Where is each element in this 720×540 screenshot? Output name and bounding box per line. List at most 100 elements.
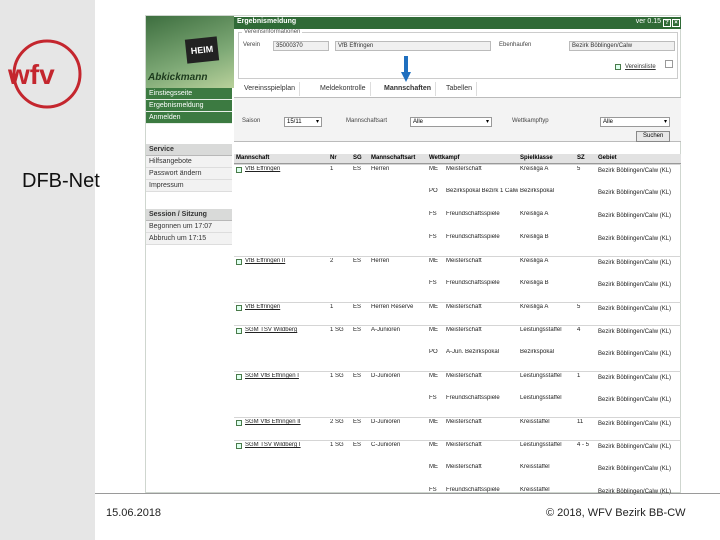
- table-cell: ME: [429, 304, 438, 310]
- service-item-passwort[interactable]: Passwort ändern: [146, 168, 232, 180]
- session-box: Session / Sitzung Begonnen um 17:07 Abbr…: [146, 209, 232, 245]
- col-wettkampf: Wettkampf: [429, 155, 460, 161]
- wettkampftyp-select[interactable]: Alle: [600, 117, 670, 127]
- nav-item-einstiegsseite[interactable]: Einstiegsseite: [146, 88, 232, 100]
- table-cell: 1 SG: [330, 327, 344, 333]
- tab-mannschaften[interactable]: Mannschaften: [380, 82, 437, 96]
- list-icon[interactable]: [615, 64, 621, 70]
- app-header: Ergebnismeldung ver 0.15 ? ×: [234, 17, 681, 29]
- table-cell: Bezirk Böblingen/Calw (KL): [598, 466, 672, 472]
- filter-panel: Saison 15/11 Mannschaftsart Alle Wettkam…: [234, 97, 681, 142]
- ort-label: Ebenhaufen: [499, 42, 532, 48]
- table-cell: Kreisstaffel: [520, 464, 550, 470]
- team-icon[interactable]: [236, 443, 242, 449]
- footer-copyright: © 2018, WFV Bezirk BB-CW: [546, 507, 686, 519]
- app-title: Ergebnismeldung: [237, 18, 297, 25]
- mannschaftsart-label: Mannschaftsart: [346, 118, 388, 124]
- tab-vereinsspielplan[interactable]: Vereinsspielplan: [240, 82, 300, 96]
- verein-nr-field: 35000370: [273, 41, 329, 51]
- nav-item-anmelden[interactable]: Anmelden: [146, 112, 232, 124]
- table-row: FS Freundschaftsspiele Kreisliga B Bezirk B…: [234, 233, 681, 256]
- verein-name-field: VfB Effringen: [335, 41, 491, 51]
- table-cell: ES: [353, 258, 362, 264]
- col-spielklasse: Spielklasse: [520, 155, 553, 161]
- team-icon[interactable]: [236, 420, 242, 426]
- table-row: PO A-Jun. Bezirkspokal Bezirkspokal Bezirk …: [234, 348, 681, 371]
- table-row: VfB Effringen 1 ES Herren Reserve ME Meisters…: [234, 302, 681, 325]
- arrow-pointer-icon: [401, 56, 411, 82]
- footer-divider: [95, 493, 720, 494]
- team-icon[interactable]: [236, 259, 242, 265]
- table-cell: 2 SG: [330, 419, 344, 425]
- team-icon[interactable]: [236, 374, 242, 380]
- table-cell: Meisterschaft: [446, 373, 482, 379]
- col-mannschaft: Mannschaft: [236, 155, 270, 161]
- table-cell: ES: [353, 442, 362, 448]
- table-cell: Meisterschaft: [446, 464, 482, 470]
- table-cell[interactable]: SGM VfB Effringen I: [245, 373, 335, 379]
- mannschaften-table: Mannschaft Nr SG Mannschaftsart Wettkamp…: [234, 154, 681, 509]
- table-cell: Freundschaftsspiele: [446, 280, 500, 286]
- col-nr: Nr: [330, 155, 337, 161]
- table-cell: Kreisliga A: [520, 166, 549, 172]
- service-item-impressum[interactable]: Impressum: [146, 180, 232, 192]
- team-icon[interactable]: [236, 328, 242, 334]
- service-item-hilfsangebote[interactable]: Hilfsangebote: [146, 156, 232, 168]
- team-icon[interactable]: [236, 167, 242, 173]
- table-cell: ME: [429, 464, 438, 470]
- table-cell: Kreisliga A: [520, 211, 549, 217]
- col-mannschaftsart: Mannschaftsart: [371, 155, 416, 161]
- photo-sign: HEIM: [184, 36, 220, 64]
- table-cell[interactable]: VfB Effringen: [245, 166, 335, 172]
- table-cell: Leistungsstaffel: [520, 395, 562, 401]
- table-cell: Bezirk Böblingen/Calw (KL): [598, 190, 672, 196]
- table-cell: 5: [577, 166, 581, 172]
- bezirk-field: Bezirk Böblingen/Calw: [569, 41, 675, 51]
- verein-label: Verein: [243, 42, 261, 48]
- col-sg: SG: [353, 155, 362, 161]
- table-cell[interactable]: VfB Effringen: [245, 304, 335, 310]
- app-window: HEIM Abkickmann Ergebnismeldung ver 0.15…: [145, 15, 681, 495]
- saison-select[interactable]: 15/11: [284, 117, 322, 127]
- table-cell: 1: [330, 166, 334, 172]
- help-icon[interactable]: ?: [663, 19, 671, 27]
- table-cell: Bezirk Böblingen/Calw (KL): [598, 213, 672, 219]
- table-cell: Kreisliga A: [520, 304, 549, 310]
- col-gebiet: Gebiet: [598, 155, 617, 161]
- tab-bar: Vereinsspielplan Meldekontrolle Mannscha…: [234, 81, 681, 97]
- table-cell: Bezirk Böblingen/Calw (KL): [598, 236, 672, 242]
- table-cell: PO: [429, 188, 438, 194]
- table-cell: ES: [353, 304, 362, 310]
- table-cell: Bezirk Böblingen/Calw (KL): [598, 329, 672, 335]
- table-cell: ME: [429, 258, 438, 264]
- table-cell[interactable]: SGM TSV Wildberg: [245, 327, 335, 333]
- table-cell: 1 SG: [330, 442, 344, 448]
- close-icon[interactable]: ×: [672, 19, 680, 27]
- table-row: ME Meisterschaft Kreisstaffel Bezirk Böblin…: [234, 463, 681, 486]
- table-cell: Leistungsstaffel: [520, 442, 562, 448]
- table-header: Mannschaft Nr SG Mannschaftsart Wettkamp…: [234, 154, 681, 164]
- slide-label: DFB-Net: [22, 170, 100, 192]
- tab-tabellen[interactable]: Tabellen: [442, 82, 478, 96]
- table-cell: Meisterschaft: [446, 327, 482, 333]
- table-cell: 4 - 5: [577, 442, 590, 448]
- table-cell: Kreisliga B: [520, 234, 549, 240]
- table-cell[interactable]: VfB Effringen II: [245, 258, 335, 264]
- service-box: Service Hilfsangebote Passwort ändern Im…: [146, 144, 232, 192]
- table-cell: FS: [429, 234, 437, 240]
- tab-meldekontrolle[interactable]: Meldekontrolle: [316, 82, 371, 96]
- main-nav: Einstiegsseite Ergebnismeldung Anmelden: [146, 88, 232, 124]
- table-cell: 4: [577, 327, 581, 333]
- table-cell[interactable]: SGM VfB Effringen II: [245, 419, 335, 425]
- suchen-button[interactable]: Suchen: [636, 131, 671, 142]
- session-title: Session / Sitzung: [146, 209, 232, 221]
- vereinsliste-link[interactable]: Vereinsliste: [625, 64, 656, 70]
- table-cell: Bezirk Böblingen/Calw (KL): [598, 444, 672, 450]
- table-cell: Freundschaftsspiele: [446, 211, 500, 217]
- mannschaftsart-select[interactable]: Alle: [410, 117, 492, 127]
- table-cell[interactable]: SGM TSV Wildberg I: [245, 442, 335, 448]
- table-cell: ES: [353, 419, 362, 425]
- nav-item-ergebnismeldung[interactable]: Ergebnismeldung: [146, 100, 232, 112]
- checkbox[interactable]: [665, 60, 673, 68]
- team-icon[interactable]: [236, 305, 242, 311]
